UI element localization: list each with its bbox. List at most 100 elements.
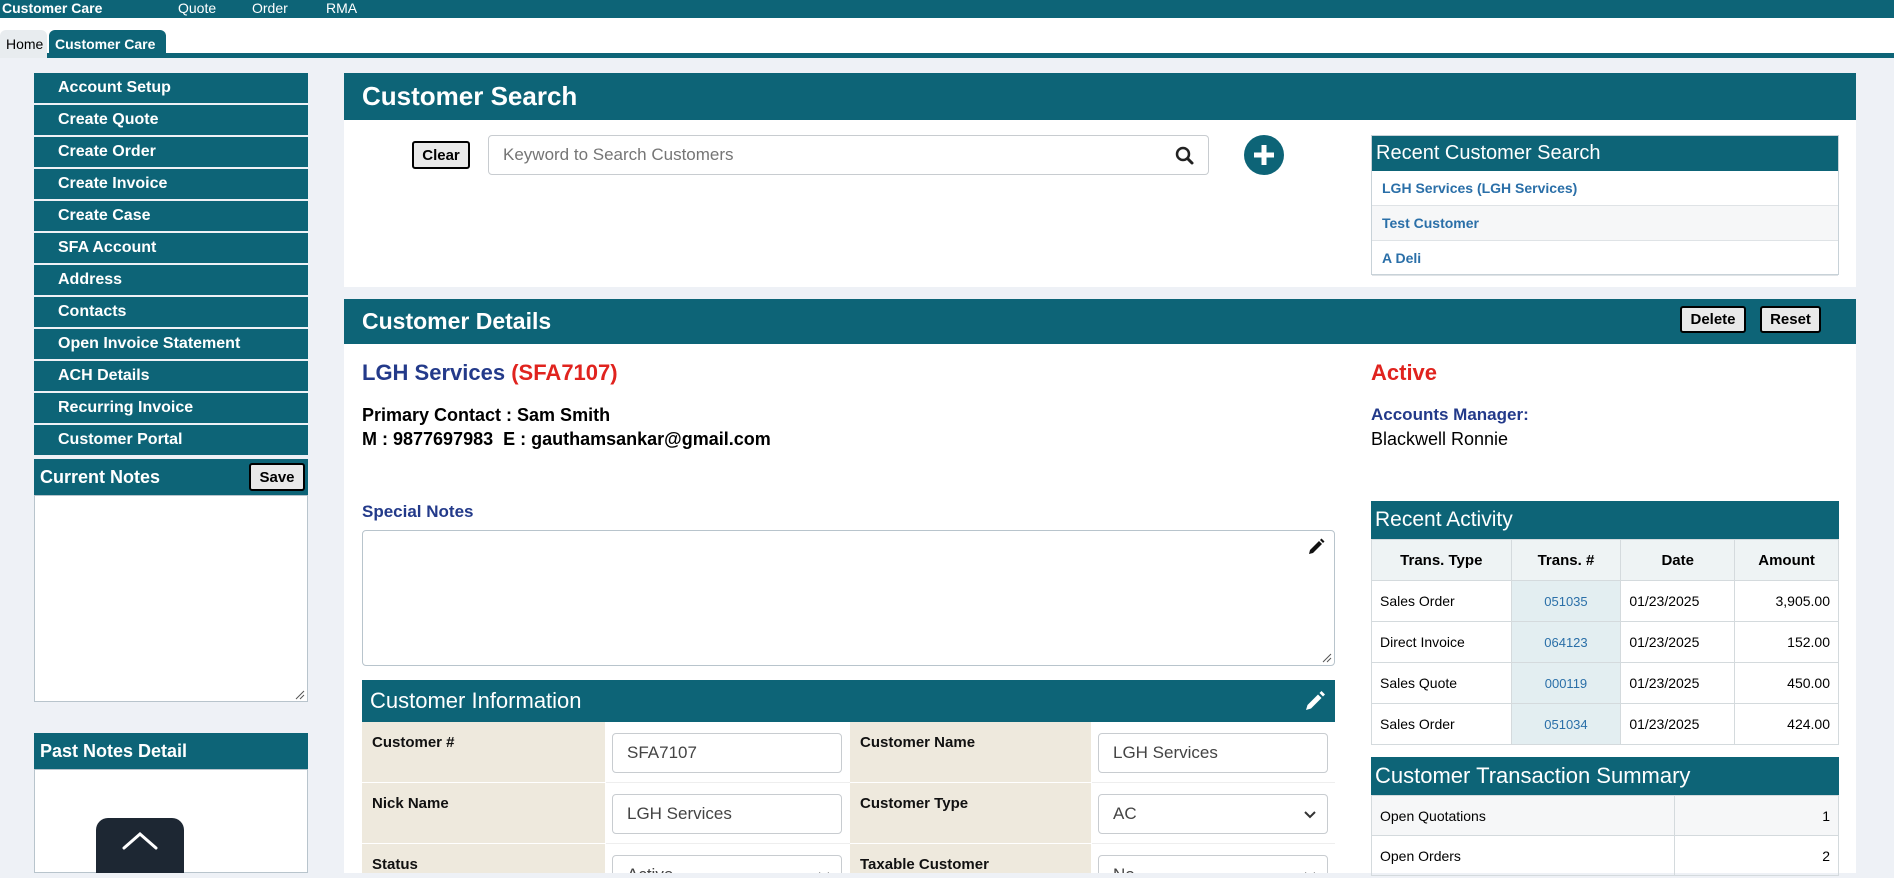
trans-number-link[interactable]: 051035 [1510, 580, 1622, 622]
pencil-icon[interactable] [1306, 537, 1326, 557]
trans-date: 01/23/2025 [1620, 621, 1736, 663]
plus-icon [1254, 145, 1274, 165]
customer-details-header: Customer Details [344, 299, 1856, 344]
transaction-summary-table: Open Quotations 1 Open Orders 2 [1371, 795, 1839, 876]
trans-number-link[interactable]: 000119 [1510, 662, 1622, 704]
info-row: Nick Name LGH Services Customer Type AC [362, 783, 1335, 844]
taxable-customer-select[interactable]: No [1098, 855, 1328, 873]
sidebar-item-account-setup[interactable]: Account Setup [34, 73, 308, 103]
chevron-down-icon [1304, 811, 1316, 819]
nav-order[interactable]: Order [252, 0, 288, 16]
trans-type: Sales Order [1371, 703, 1512, 745]
trans-amount: 3,905.00 [1734, 580, 1839, 622]
customer-information-grid: Customer # SFA7107 Customer Name LGH Ser… [362, 722, 1335, 873]
sidebar-item-address[interactable]: Address [34, 265, 308, 295]
tab-home[interactable]: Home [0, 30, 47, 58]
summary-value: 2 [1674, 835, 1839, 876]
taxable-customer-cell: No [1092, 844, 1335, 873]
recent-search-item[interactable]: A Deli [1372, 241, 1838, 276]
sidebar-item-contacts[interactable]: Contacts [34, 297, 308, 327]
status-cell: Active [606, 844, 850, 873]
accounts-manager-name: Blackwell Ronnie [1371, 429, 1509, 449]
edit-pencil-icon[interactable] [1303, 689, 1327, 713]
table-row: Direct Invoice 064123 01/23/2025 152.00 [1371, 621, 1839, 663]
nav-quote[interactable]: Quote [178, 0, 216, 16]
recent-search-item[interactable]: LGH Services (LGH Services) [1372, 171, 1838, 206]
customer-type-value: AC [1113, 804, 1137, 823]
sidebar-item-open-invoice-statement[interactable]: Open Invoice Statement [34, 329, 308, 359]
sidebar-item-customer-portal[interactable]: Customer Portal [34, 425, 308, 455]
app-brand[interactable]: Customer Care [2, 0, 102, 16]
customer-type-select[interactable]: AC [1098, 794, 1328, 834]
scroll-to-top-button[interactable] [96, 818, 184, 873]
resize-grip-icon[interactable] [295, 690, 305, 700]
delete-button[interactable]: Delete [1680, 306, 1746, 333]
accounts-manager-label: Accounts Manager: [1371, 405, 1529, 424]
recent-search-title: Recent Customer Search [1372, 136, 1838, 171]
table-row: Sales Order 051035 01/23/2025 3,905.00 [1371, 580, 1839, 622]
current-notes-title: Current Notes [40, 467, 161, 487]
field-label: Customer # [362, 722, 606, 783]
trans-number-link[interactable]: 051034 [1510, 703, 1622, 745]
column-header: Amount [1734, 539, 1839, 581]
summary-value: 1 [1674, 795, 1839, 836]
trans-type: Direct Invoice [1371, 621, 1512, 663]
special-notes-field[interactable] [362, 530, 1335, 666]
sidebar-item-create-case[interactable]: Create Case [34, 201, 308, 231]
customer-code: (SFA7107) [511, 360, 618, 385]
clear-button[interactable]: Clear [412, 141, 470, 169]
status-value: Active [627, 865, 673, 873]
customer-name-input[interactable]: LGH Services [1098, 733, 1328, 773]
tab-customer-care[interactable]: Customer Care [49, 30, 166, 58]
nick-name-cell: LGH Services [606, 783, 850, 844]
trans-number-link[interactable]: 064123 [1510, 621, 1622, 663]
chevron-up-icon [122, 832, 158, 850]
table-header-row: Trans. Type Trans. # Date Amount [1371, 539, 1839, 581]
summary-label: Open Orders [1371, 835, 1675, 876]
sidebar-item-create-invoice[interactable]: Create Invoice [34, 169, 308, 199]
customer-name-heading: LGH Services (SFA7107) [362, 360, 618, 386]
search-button[interactable] [1161, 135, 1209, 175]
save-notes-button[interactable]: Save [249, 463, 305, 491]
trans-type: Sales Quote [1371, 662, 1512, 704]
nick-name-input[interactable]: LGH Services [612, 794, 842, 834]
tab-strip: Home Customer Care [0, 18, 1894, 58]
customer-name-cell: LGH Services [1092, 722, 1335, 783]
sidebar-item-create-quote[interactable]: Create Quote [34, 105, 308, 135]
top-nav-bar: Customer Care Quote Order RMA [0, 0, 1894, 18]
recent-activity-table: Trans. Type Trans. # Date Amount Sales O… [1371, 539, 1839, 745]
field-label: Status [362, 844, 606, 873]
primary-contact: Primary Contact : Sam Smith [362, 405, 611, 425]
column-header: Trans. Type [1371, 539, 1512, 581]
field-label: Customer Name [850, 722, 1092, 783]
column-header: Trans. # [1510, 539, 1622, 581]
field-label: Customer Type [850, 783, 1092, 844]
special-notes-label: Special Notes [362, 502, 474, 521]
trans-date: 01/23/2025 [1620, 580, 1736, 622]
customer-number-input[interactable]: SFA7107 [612, 733, 842, 773]
sidebar-item-sfa-account[interactable]: SFA Account [34, 233, 308, 263]
resize-grip-icon[interactable] [1322, 653, 1332, 663]
trans-type: Sales Order [1371, 580, 1512, 622]
trans-amount: 152.00 [1734, 621, 1839, 663]
current-notes-textarea[interactable] [34, 495, 308, 702]
search-input[interactable] [488, 135, 1162, 175]
add-customer-button[interactable] [1244, 135, 1284, 175]
customer-name: LGH Services [362, 360, 506, 385]
past-notes-title: Past Notes Detail [40, 741, 188, 761]
reset-button[interactable]: Reset [1760, 306, 1821, 333]
recent-search-item[interactable]: Test Customer [1372, 206, 1838, 241]
sidebar-item-recurring-invoice[interactable]: Recurring Invoice [34, 393, 308, 423]
sidebar-item-create-order[interactable]: Create Order [34, 137, 308, 167]
customer-number-cell: SFA7107 [606, 722, 850, 783]
trans-date: 01/23/2025 [1620, 703, 1736, 745]
trans-amount: 424.00 [1734, 703, 1839, 745]
customer-details-title: Customer Details [362, 308, 552, 334]
table-row: Sales Order 051034 01/23/2025 424.00 [1371, 703, 1839, 745]
sidebar-item-ach-details[interactable]: ACH Details [34, 361, 308, 391]
recent-customer-search: Recent Customer Search LGH Services (LGH… [1371, 135, 1839, 276]
info-row: Status Active Taxable Customer No [362, 844, 1335, 873]
status-badge: Active [1371, 360, 1438, 385]
status-select[interactable]: Active [612, 855, 842, 873]
nav-rma[interactable]: RMA [326, 0, 357, 16]
